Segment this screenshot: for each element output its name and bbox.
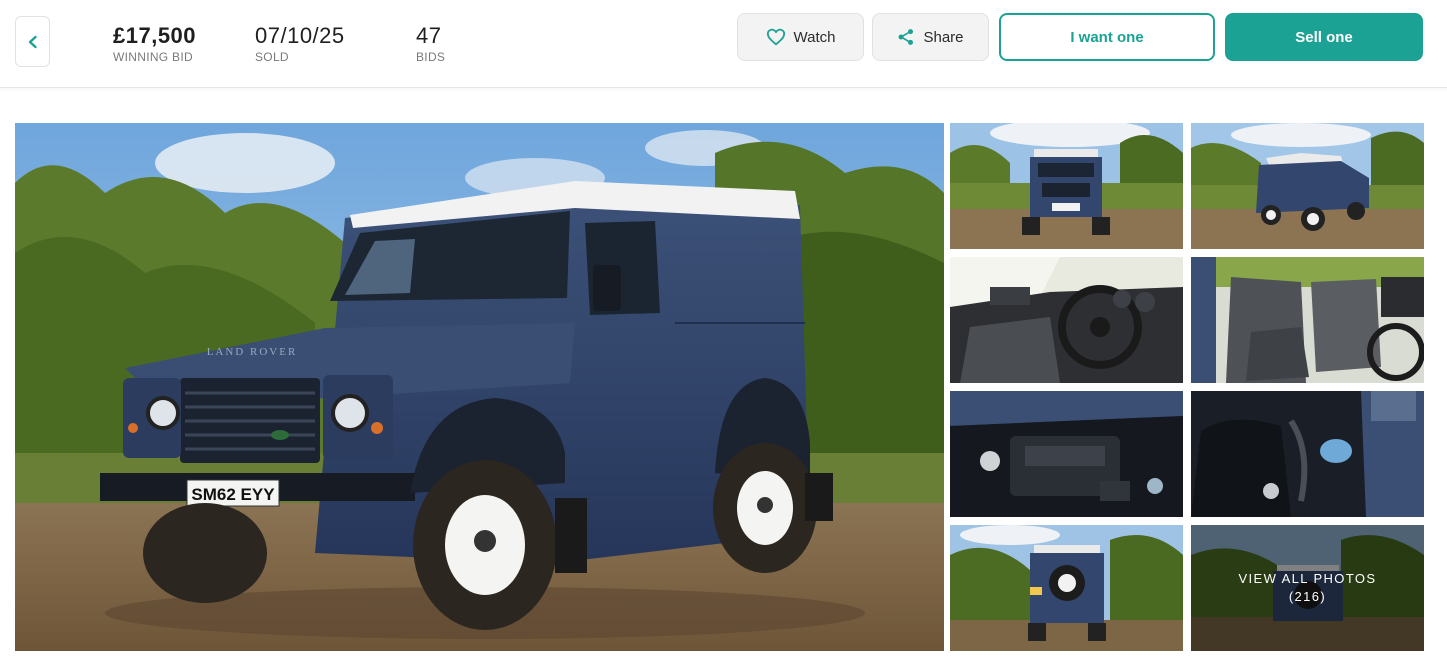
watch-button[interactable]: Watch bbox=[737, 13, 864, 61]
photo-count: (216) bbox=[1288, 589, 1327, 604]
heart-icon bbox=[766, 28, 785, 46]
thumb-photo-7[interactable] bbox=[950, 525, 1183, 651]
thumb-photo-4[interactable] bbox=[1191, 257, 1424, 383]
number-plate-text: SM62 EYY bbox=[191, 485, 275, 504]
i-want-one-button[interactable]: I want one bbox=[999, 13, 1215, 61]
bid-count-value: 47 bbox=[416, 23, 442, 48]
bid-count-stat: 47 BIDS bbox=[416, 23, 446, 65]
share-button[interactable]: Share bbox=[872, 13, 989, 61]
winning-bid-value: £17,500 bbox=[113, 23, 197, 48]
thumb-photo-2[interactable] bbox=[1191, 123, 1424, 249]
thumb-photo-5[interactable] bbox=[950, 391, 1183, 517]
bonnet-badge-text: LAND ROVER bbox=[207, 346, 298, 358]
back-button[interactable] bbox=[15, 16, 50, 67]
sold-date-value: 07/10/25 bbox=[255, 23, 345, 48]
sold-date-stat: 07/10/25 SOLD bbox=[255, 23, 345, 65]
view-all-photos-tile[interactable]: VIEW ALL PHOTOS (216) bbox=[1191, 525, 1424, 651]
auction-header: £17,500 WINNING BID 07/10/25 SOLD 47 BID… bbox=[0, 0, 1447, 88]
winning-bid-stat: £17,500 WINNING BID bbox=[113, 23, 197, 65]
chevron-left-icon bbox=[28, 35, 37, 48]
thumb-photo-3[interactable] bbox=[950, 257, 1183, 383]
watch-label: Watch bbox=[793, 28, 836, 46]
view-all-photos-overlay: VIEW ALL PHOTOS (216) bbox=[1191, 525, 1424, 651]
bid-count-label: BIDS bbox=[416, 50, 446, 64]
sold-date-label: SOLD bbox=[255, 50, 289, 64]
share-label: Share bbox=[923, 28, 964, 46]
main-vehicle-photo[interactable]: SM62 EYY LAND ROVER bbox=[15, 123, 944, 651]
winning-bid-label: WINNING BID bbox=[113, 50, 193, 64]
thumb-photo-6[interactable] bbox=[1191, 391, 1424, 517]
view-all-photos-label: VIEW ALL PHOTOS bbox=[1238, 571, 1377, 586]
share-icon bbox=[899, 29, 914, 45]
sell-one-button[interactable]: Sell one bbox=[1225, 13, 1423, 61]
thumb-photo-1[interactable] bbox=[950, 123, 1183, 249]
